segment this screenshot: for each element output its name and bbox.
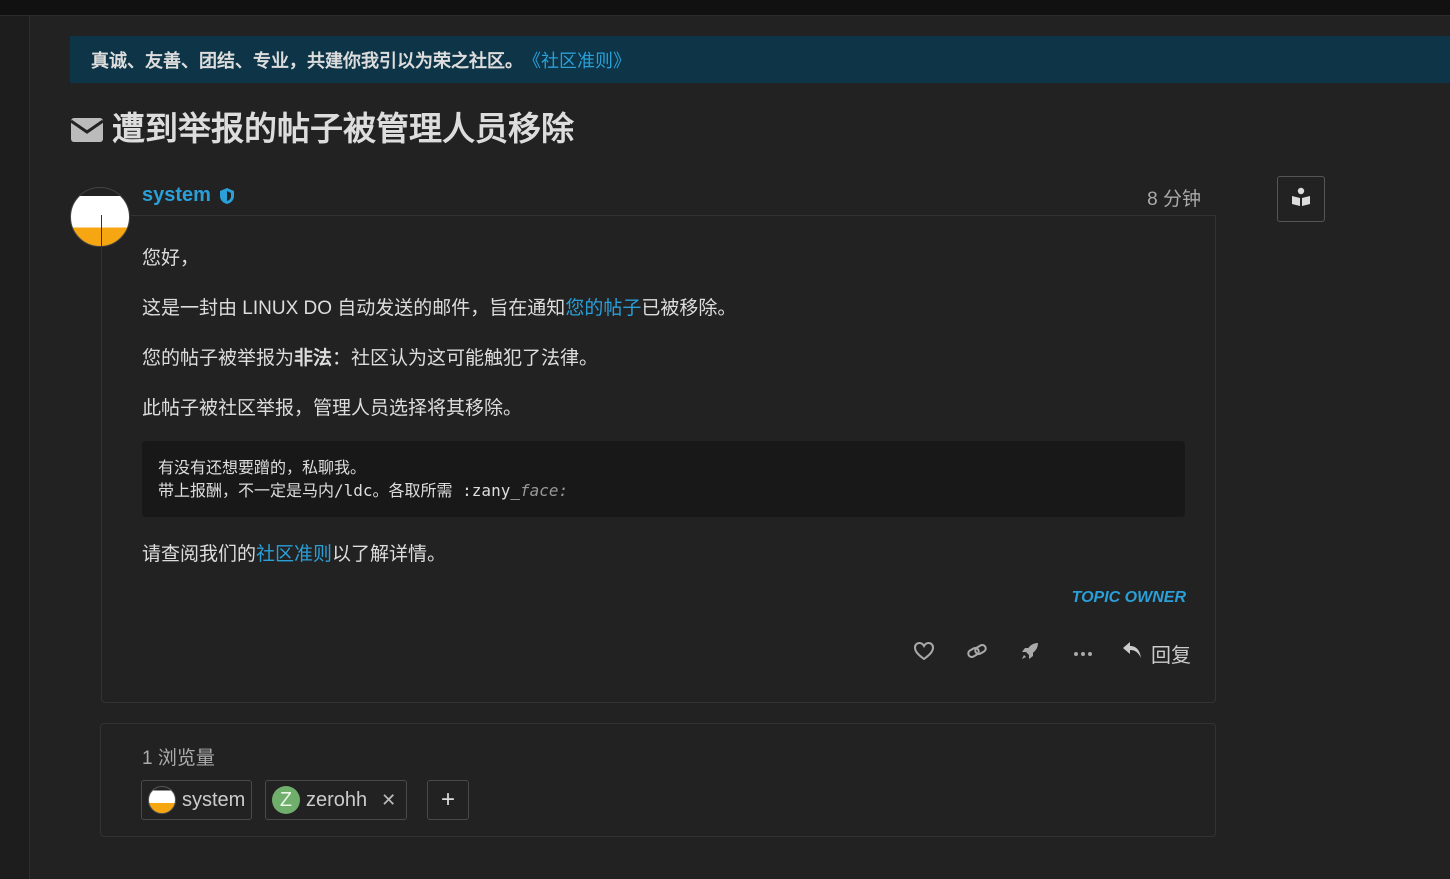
paragraph-1-text-end: 已被移除。 [641, 298, 737, 319]
ellipsis-icon [1073, 644, 1093, 662]
participant-chip-zerohh[interactable]: Z zerohh ✕ [265, 780, 408, 820]
rocket-icon [1019, 640, 1041, 667]
copy-link-button[interactable] [950, 636, 1003, 670]
avatar: Z [272, 786, 300, 814]
post-date[interactable]: 8 分钟 [1147, 184, 1201, 211]
reply-label: 回复 [1151, 644, 1191, 667]
quote-line-2: 带上报酬，不一定是马内/ldc。各取所需 :zany_face: [158, 479, 1169, 502]
paragraph-2-text: 您的帖子被举报为 [142, 348, 295, 369]
banner-text: 真诚、友善、团结、专业，共建你我引以为荣之社区。 [91, 50, 523, 71]
your-post-link[interactable]: 您的帖子 [565, 298, 641, 319]
post-paragraph-2: 您的帖子被举报为非法：社区认为这可能触犯了法律。 [142, 343, 598, 370]
left-sidebar-rail [0, 16, 30, 879]
like-button[interactable] [897, 636, 950, 670]
paragraph-1-text: 这是一封由 LINUX DO 自动发送的邮件，旨在通知 [142, 298, 566, 319]
add-participant-button[interactable]: + [427, 780, 469, 820]
views-count: 1 浏览量 [142, 748, 215, 769]
heart-icon [913, 641, 935, 666]
removed-post-quote: 有没有还想要蹭的，私聊我。 带上报酬，不一定是马内/ldc。各取所需 :zany… [142, 441, 1185, 517]
guidelines-link[interactable]: 社区准则 [256, 544, 332, 565]
post-paragraph-1: 这是一封由 LINUX DO 自动发送的邮件，旨在通知您的帖子已被移除。 [142, 293, 736, 320]
envelope-icon [70, 113, 104, 142]
top-bar [0, 0, 1450, 16]
topic-title: 遭到举报的帖子被管理人员移除 [70, 104, 574, 148]
link-icon [966, 641, 988, 666]
reader-mode-button[interactable] [1277, 176, 1325, 222]
post-paragraph-4: 请查阅我们的社区准则以了解详情。 [142, 539, 446, 566]
author-name[interactable]: system [142, 184, 235, 207]
topic-title-text: 遭到举报的帖子被管理人员移除 [112, 110, 574, 147]
paragraph-4-text: 请查阅我们的 [142, 544, 257, 565]
post-greeting: 您好， [142, 248, 200, 269]
paragraph-2-bold: 非法 [294, 348, 333, 369]
community-guidelines-link[interactable]: 《社区准则》 [523, 47, 631, 73]
reply-arrow-icon [1121, 640, 1143, 666]
remove-participant-icon[interactable]: ✕ [381, 790, 396, 811]
participant-name: system [182, 788, 246, 811]
avatar [148, 786, 176, 814]
reply-button[interactable]: 回复 [1109, 639, 1191, 668]
quote-line-2-text: 带上报酬，不一定是马内/ldc。各取所需 :zany_ [158, 481, 520, 500]
plus-icon: + [440, 786, 455, 813]
moderator-shield-icon [219, 187, 235, 205]
paragraph-4-text-end: 以了解详情。 [332, 544, 447, 565]
boost-button[interactable] [1003, 636, 1056, 670]
paragraph-2-text-end: ：社区认为这可能触犯了法律。 [332, 348, 599, 369]
quote-line-2-italic: face: [519, 481, 569, 500]
topic-owner-tag: TOPIC OWNER [1071, 589, 1186, 606]
participant-chip-system[interactable]: system [141, 780, 253, 820]
post-actions: 回复 [897, 636, 1191, 670]
author-username[interactable]: system [142, 184, 211, 207]
more-actions-button[interactable] [1056, 636, 1109, 670]
reader-mode-icon [1290, 187, 1312, 212]
quote-line-1: 有没有还想要蹭的，私聊我。 [158, 458, 367, 477]
participant-name: zerohh [306, 788, 368, 811]
community-banner: 真诚、友善、团结、专业，共建你我引以为荣之社区。 《社区准则》 [70, 36, 1450, 83]
post-paragraph-3: 此帖子被社区举报，管理人员选择将其移除。 [142, 398, 523, 419]
